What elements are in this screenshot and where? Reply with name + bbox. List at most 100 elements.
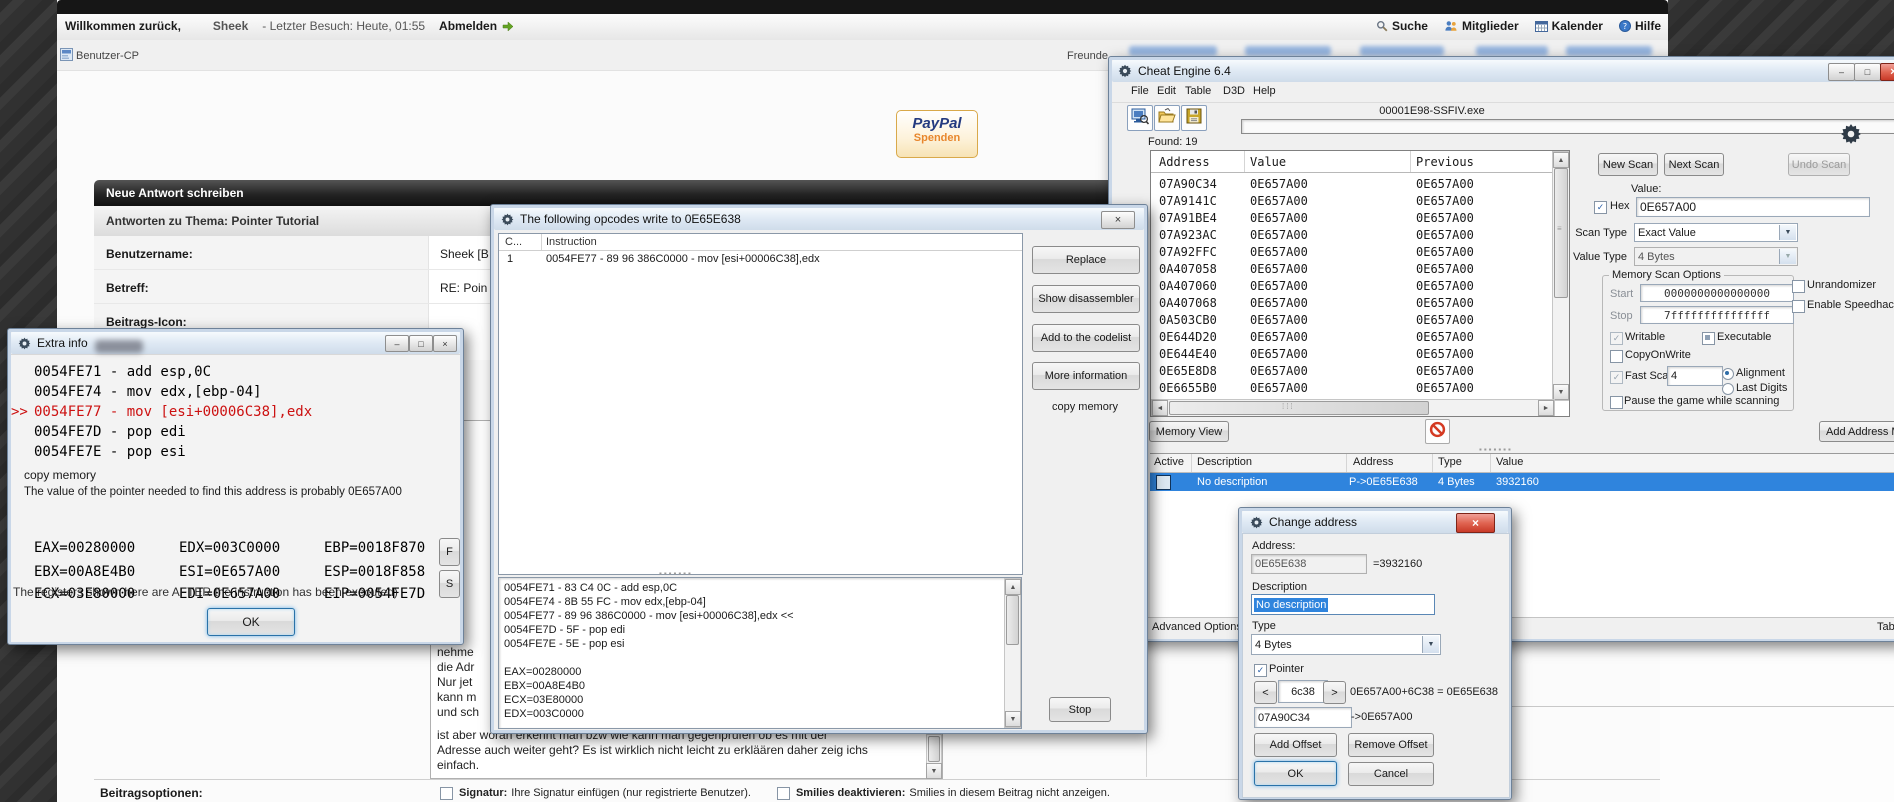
menu-edit[interactable]: Edit	[1157, 85, 1176, 97]
menu-d3d[interactable]: D3D	[1223, 85, 1245, 97]
paypal-button[interactable]: PayPal Spenden	[896, 110, 978, 158]
show-disassembler-button[interactable]: Show disassembler	[1032, 285, 1140, 313]
col-description[interactable]: Description	[1197, 456, 1252, 468]
ok-button[interactable]: OK	[207, 608, 295, 636]
nav-item-kalender[interactable]: Kalender	[1535, 19, 1603, 33]
maximize-icon[interactable]: □	[409, 335, 433, 352]
breadcrumb[interactable]: Benutzer-CP	[76, 50, 139, 62]
found-row[interactable]: 07A91BE40E657A000E657A00	[1151, 211, 1551, 228]
new-scan-button[interactable]: New Scan	[1598, 153, 1658, 176]
found-row[interactable]: 0E644D200E657A000E657A00	[1151, 330, 1551, 347]
scroll-right-icon[interactable]: ►	[1538, 400, 1554, 416]
scan-type-select[interactable]: Exact Value ▼	[1634, 223, 1798, 242]
hex-checkbox[interactable]: ✓	[1594, 201, 1607, 214]
found-row[interactable]: 0E6655B00E657A000E657A00	[1151, 381, 1551, 398]
memory-view-button[interactable]: Memory View	[1149, 421, 1229, 442]
nav-item-mitglieder[interactable]: Mitglieder	[1444, 19, 1519, 33]
nav-item-hilfe[interactable]: ? Hilfe	[1619, 19, 1661, 33]
fast-scan-checkbox[interactable]: ✓	[1610, 371, 1623, 384]
add-address-manually-button[interactable]: Add Address Manually	[1819, 421, 1894, 442]
opcodes-title-bar[interactable]: The following opcodes write to 0E65E638	[494, 208, 1144, 230]
friends-label[interactable]: Freunde	[1067, 50, 1108, 62]
fast-scan-input[interactable]: 4	[1667, 366, 1723, 386]
scroll-up-icon[interactable]: ▲	[1553, 152, 1569, 168]
enable-speedhack-checkbox[interactable]	[1792, 300, 1805, 313]
found-row[interactable]: 07A92FFC0E657A000E657A00	[1151, 245, 1551, 262]
scroll-left-icon[interactable]: ◄	[1152, 400, 1168, 416]
copyonwrite-checkbox[interactable]	[1610, 350, 1623, 363]
nav-item-suche[interactable]: Suche	[1376, 19, 1428, 33]
ok-button[interactable]: OK	[1254, 761, 1337, 786]
found-row[interactable]: 0E65E8D80E657A000E657A00	[1151, 364, 1551, 381]
ce-title-bar[interactable]: Cheat Engine 6.4	[1112, 60, 1894, 82]
signature-checkbox[interactable]	[440, 787, 453, 800]
found-row[interactable]: 0A503CB00E657A000E657A00	[1151, 313, 1551, 330]
close-icon[interactable]: ×	[433, 335, 457, 352]
stop-button[interactable]: Stop	[1049, 697, 1111, 722]
opcode-col-count[interactable]: C...	[505, 236, 522, 248]
menu-table[interactable]: Table	[1185, 85, 1211, 97]
pointer-checkbox[interactable]: ✓	[1254, 664, 1267, 677]
save-table-button[interactable]	[1181, 105, 1207, 131]
opcode-row[interactable]: 1 0054FE77 - 89 96 386C0000 - mov [esi+0…	[499, 253, 1022, 268]
open-table-button[interactable]	[1154, 105, 1180, 131]
maximize-icon[interactable]: □	[1854, 63, 1881, 81]
found-list-vscrollbar[interactable]: ▲ ≡ ▼	[1552, 151, 1570, 401]
chevron-down-icon[interactable]: ▼	[1779, 225, 1796, 240]
stack-button[interactable]: S	[439, 570, 460, 598]
found-row[interactable]: 07A9141C0E657A000E657A00	[1151, 194, 1551, 211]
select-process-button[interactable]	[1127, 105, 1153, 131]
col-address[interactable]: Address	[1353, 456, 1393, 468]
close-icon[interactable]: ×	[1456, 513, 1495, 533]
remove-offset-button[interactable]: Remove Offset	[1348, 733, 1434, 757]
found-col-address[interactable]: Address	[1159, 155, 1210, 169]
found-col-value[interactable]: Value	[1250, 155, 1286, 169]
found-list-hscrollbar[interactable]: ◄ ⁞⁞⁞ ►	[1151, 399, 1555, 417]
add-offset-button[interactable]: Add Offset	[1254, 733, 1337, 757]
username-link[interactable]: Sheek	[213, 19, 248, 33]
found-row[interactable]: 0A4070680E657A000E657A00	[1151, 296, 1551, 313]
details-scrollbar[interactable]: ▲ ▼	[1004, 578, 1021, 728]
close-icon[interactable]: ×	[1101, 211, 1135, 229]
writable-checkbox[interactable]: ✓	[1610, 332, 1623, 345]
col-active[interactable]: Active	[1154, 456, 1184, 468]
advanced-options-link[interactable]: Advanced Options	[1152, 621, 1242, 633]
cancel-scan-button[interactable]	[1425, 419, 1450, 444]
menu-file[interactable]: File	[1131, 85, 1149, 97]
pause-checkbox[interactable]	[1610, 396, 1623, 409]
chevron-down-icon[interactable]: ▼	[1422, 636, 1439, 653]
close-icon[interactable]: ×	[1880, 63, 1894, 81]
entry-active-checkbox[interactable]	[1156, 475, 1171, 490]
minimize-icon[interactable]: –	[385, 335, 409, 352]
description-input[interactable]: No description	[1251, 594, 1435, 615]
scroll-down-icon[interactable]: ▼	[1005, 711, 1021, 727]
scroll-down-icon[interactable]: ▼	[1553, 384, 1569, 400]
menu-help[interactable]: Help	[1253, 85, 1276, 97]
base-address-input[interactable]: 07A90C34	[1254, 707, 1352, 728]
table-extras-link[interactable]: Table Extras	[1877, 621, 1894, 633]
found-row[interactable]: 07A923AC0E657A000E657A00	[1151, 228, 1551, 245]
found-row[interactable]: 0A4070600E657A000E657A00	[1151, 279, 1551, 296]
cancel-button[interactable]: Cancel	[1348, 762, 1434, 786]
scroll-down-icon[interactable]: ▼	[926, 763, 942, 779]
more-information-button[interactable]: More information	[1032, 362, 1140, 390]
offset-input[interactable]: 6c38	[1278, 680, 1328, 703]
smilies-checkbox[interactable]	[777, 787, 790, 800]
offset-decrease-button[interactable]: <	[1254, 681, 1277, 704]
next-scan-button[interactable]: Next Scan	[1664, 153, 1724, 176]
textarea-scrollbar[interactable]: ▼	[926, 734, 942, 779]
type-select[interactable]: 4 Bytes ▼	[1251, 634, 1441, 655]
found-row[interactable]: 0A4070580E657A000E657A00	[1151, 262, 1551, 279]
replace-button[interactable]: Replace	[1032, 246, 1140, 274]
found-row[interactable]: 0E644E400E657A000E657A00	[1151, 347, 1551, 364]
col-type[interactable]: Type	[1438, 456, 1462, 468]
add-to-codelist-button[interactable]: Add to the codelist	[1032, 324, 1140, 352]
alignment-radio[interactable]	[1722, 368, 1734, 380]
found-col-previous[interactable]: Previous	[1416, 155, 1474, 169]
scroll-up-icon[interactable]: ▲	[1005, 579, 1021, 595]
offset-increase-button[interactable]: >	[1323, 681, 1346, 704]
subject-field-value[interactable]: RE: Poin	[440, 281, 487, 295]
col-value[interactable]: Value	[1496, 456, 1523, 468]
found-row[interactable]: 07A90C340E657A000E657A00	[1151, 177, 1551, 194]
scan-value-input[interactable]: 0E657A00	[1636, 197, 1870, 217]
